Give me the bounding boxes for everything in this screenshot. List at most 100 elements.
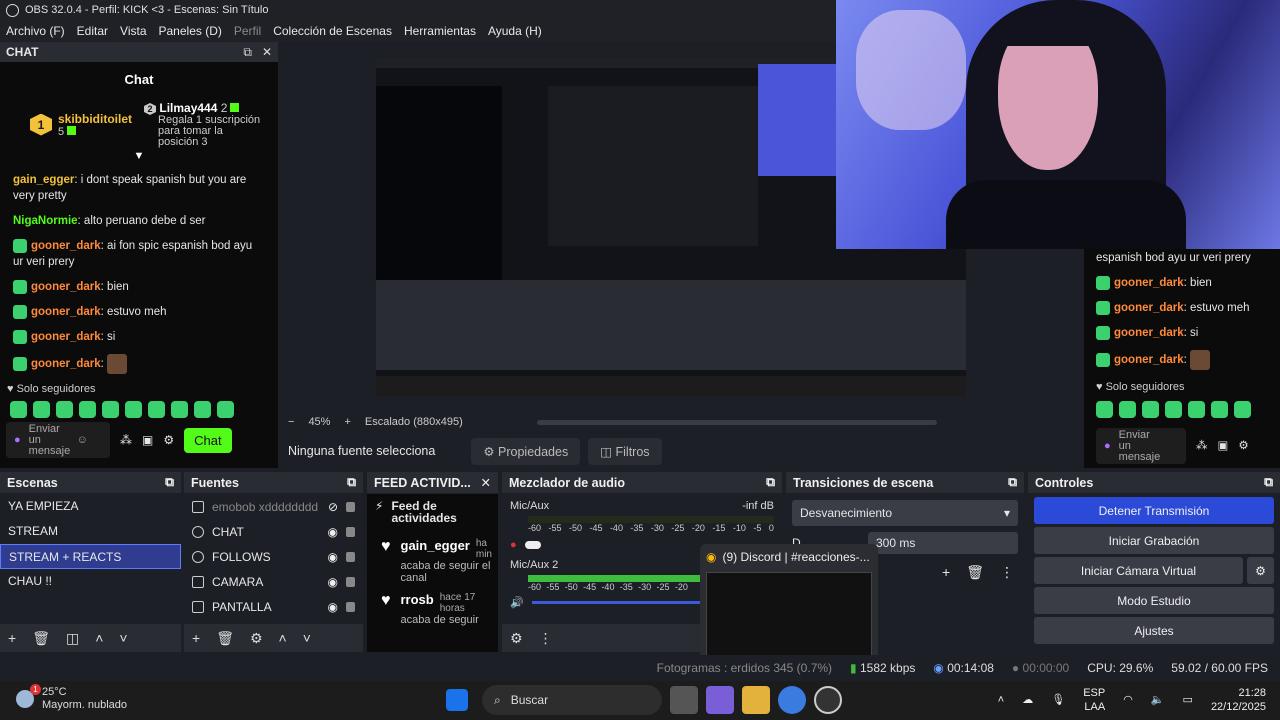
preview-scrollbar[interactable] bbox=[536, 419, 937, 425]
move-up-button[interactable]: ˄ bbox=[279, 630, 287, 646]
source-item[interactable]: PANTALLA ◉ bbox=[184, 594, 363, 619]
eye-icon[interactable]: ◉ bbox=[328, 525, 338, 539]
remove-source-button[interactable]: 🗑 bbox=[216, 630, 234, 647]
emote-icon[interactable] bbox=[10, 401, 27, 418]
language-indicator[interactable]: ESP LAA bbox=[1083, 686, 1105, 714]
chat-message-input[interactable]: ● Enviar un mensaje ☺ bbox=[6, 422, 110, 458]
move-up-button[interactable]: ˄ bbox=[95, 630, 103, 646]
mic-icon[interactable]: 🎙 bbox=[1051, 693, 1065, 707]
close-icon[interactable]: ✕ bbox=[481, 475, 491, 490]
add-scene-button[interactable]: + bbox=[8, 630, 16, 646]
zoom-out-button[interactable]: − bbox=[288, 416, 294, 428]
store-icon[interactable]: ▣ bbox=[142, 433, 153, 447]
undock-icon[interactable]: ⧉ bbox=[1264, 475, 1273, 490]
move-down-button[interactable]: ˅ bbox=[303, 630, 311, 646]
mixer-settings-icon[interactable]: ⚙ bbox=[510, 630, 523, 647]
close-icon[interactable]: ✕ bbox=[262, 45, 272, 60]
mic-icon[interactable]: ● bbox=[14, 434, 21, 446]
obs-taskbar-icon[interactable] bbox=[814, 686, 842, 714]
menu-editar[interactable]: Editar bbox=[71, 24, 114, 38]
source-properties-button[interactable]: ⚙ bbox=[250, 630, 263, 647]
source-item[interactable]: emobob xdddddddd ⊘ bbox=[184, 494, 363, 519]
lock-icon[interactable] bbox=[346, 601, 355, 612]
zoom-in-button[interactable]: + bbox=[344, 416, 350, 428]
taskbar-search[interactable]: ⌕ Buscar bbox=[482, 685, 662, 715]
eye-icon[interactable]: ◉ bbox=[328, 550, 338, 564]
task-view-icon[interactable] bbox=[670, 686, 698, 714]
undock-icon[interactable]: ⧉ bbox=[1008, 475, 1017, 490]
chat-send-button[interactable]: Chat bbox=[184, 427, 232, 453]
scene-item[interactable]: STREAM bbox=[0, 519, 181, 544]
remove-scene-button[interactable]: 🗑 bbox=[32, 630, 50, 647]
weather-widget[interactable]: 1 25°C Mayorm. nublado bbox=[16, 684, 127, 712]
menu-vista[interactable]: Vista bbox=[114, 24, 152, 38]
emote-icon[interactable] bbox=[194, 401, 211, 418]
undock-icon[interactable]: ⧉ bbox=[347, 475, 356, 490]
expand-chevron-icon[interactable]: ▼ bbox=[0, 150, 278, 162]
discord-taskbar-preview[interactable]: ◉ (9) Discord | #reacciones-... bbox=[700, 544, 878, 670]
start-virtual-cam-button[interactable]: Iniciar Cámara Virtual bbox=[1034, 557, 1243, 584]
wifi-icon[interactable]: ◠ bbox=[1123, 693, 1133, 707]
source-item[interactable]: CHAT ◉ bbox=[184, 519, 363, 544]
remove-transition-button[interactable]: 🗑 bbox=[966, 564, 984, 581]
chrome-icon[interactable] bbox=[778, 686, 806, 714]
scene-item[interactable]: CHAU !! bbox=[0, 569, 181, 594]
settings-button[interactable]: Ajustes bbox=[1034, 617, 1274, 644]
lock-icon[interactable] bbox=[346, 501, 355, 512]
menu-coleccion[interactable]: Colección de Escenas bbox=[267, 24, 398, 38]
emote-icon[interactable] bbox=[56, 401, 73, 418]
start-recording-button[interactable]: Iniciar Grabación bbox=[1034, 527, 1274, 554]
source-item[interactable]: FOLLOWS ◉ bbox=[184, 544, 363, 569]
lock-icon[interactable] bbox=[346, 576, 355, 587]
speaker-icon[interactable]: 🔊 bbox=[510, 596, 524, 609]
studio-mode-button[interactable]: Modo Estudio bbox=[1034, 587, 1274, 614]
clock[interactable]: 21:28 22/12/2025 bbox=[1211, 686, 1266, 714]
chevron-up-icon[interactable]: ˄ bbox=[998, 693, 1004, 707]
scene-item[interactable]: YA EMPIEZA bbox=[0, 494, 181, 519]
emote-icon[interactable] bbox=[148, 401, 165, 418]
emote-icon[interactable] bbox=[171, 401, 188, 418]
scene-item-selected[interactable]: STREAM + REACTS bbox=[0, 544, 181, 569]
emote-icon[interactable] bbox=[33, 401, 50, 418]
emoji-icon[interactable]: ☺ bbox=[77, 434, 88, 446]
emote-icon[interactable] bbox=[125, 401, 142, 418]
move-down-button[interactable]: ˅ bbox=[119, 630, 127, 646]
duration-input[interactable]: 300 ms bbox=[868, 532, 1018, 554]
eye-hidden-icon[interactable]: ⊘ bbox=[328, 500, 338, 514]
filters-button[interactable]: ◫ Filtros bbox=[588, 437, 662, 465]
stop-stream-button[interactable]: Detener Transmisión bbox=[1034, 497, 1274, 524]
battery-icon[interactable]: ▭ bbox=[1183, 693, 1193, 707]
undock-icon[interactable]: ⧉ bbox=[243, 45, 252, 60]
lock-icon[interactable] bbox=[346, 526, 355, 537]
transition-menu-icon[interactable]: ⋮ bbox=[1000, 564, 1014, 581]
copilot-icon[interactable] bbox=[706, 686, 734, 714]
menu-archivo[interactable]: Archivo (F) bbox=[0, 24, 71, 38]
add-transition-button[interactable]: + bbox=[942, 564, 950, 581]
scene-filters-button[interactable]: ◫ bbox=[66, 630, 79, 647]
emotes-icon[interactable]: ⁂ bbox=[120, 433, 132, 447]
menu-herramientas[interactable]: Herramientas bbox=[398, 24, 482, 38]
emote-icon[interactable] bbox=[217, 401, 234, 418]
emote-icon[interactable] bbox=[102, 401, 119, 418]
eye-icon[interactable]: ◉ bbox=[328, 600, 338, 614]
eye-icon[interactable]: ◉ bbox=[328, 575, 338, 589]
cloud-icon[interactable]: ☁ bbox=[1022, 693, 1033, 707]
mic-muted-icon[interactable]: ● bbox=[510, 539, 517, 551]
transition-select[interactable]: Desvanecimiento ▾ bbox=[792, 500, 1018, 526]
undock-icon[interactable]: ⧉ bbox=[766, 475, 775, 490]
virtual-cam-settings-icon[interactable]: ⚙ bbox=[1247, 557, 1274, 584]
add-source-button[interactable]: + bbox=[192, 630, 200, 646]
emote-icon[interactable] bbox=[79, 401, 96, 418]
file-explorer-icon[interactable] bbox=[742, 686, 770, 714]
mixer-menu-icon[interactable]: ⋮ bbox=[539, 630, 553, 647]
start-icon[interactable] bbox=[446, 689, 468, 711]
source-item[interactable]: CAMARA ◉ bbox=[184, 569, 363, 594]
menu-ayuda[interactable]: Ayuda (H) bbox=[482, 24, 548, 38]
menu-perfil[interactable]: Perfil bbox=[228, 24, 267, 38]
properties-button[interactable]: ⚙ Propiedades bbox=[471, 437, 581, 465]
lock-icon[interactable] bbox=[346, 551, 355, 562]
volume-slider-handle[interactable] bbox=[524, 541, 541, 549]
gear-icon[interactable]: ⚙ bbox=[163, 433, 174, 447]
menu-paneles[interactable]: Paneles (D) bbox=[153, 24, 228, 38]
undock-icon[interactable]: ⧉ bbox=[165, 475, 174, 490]
